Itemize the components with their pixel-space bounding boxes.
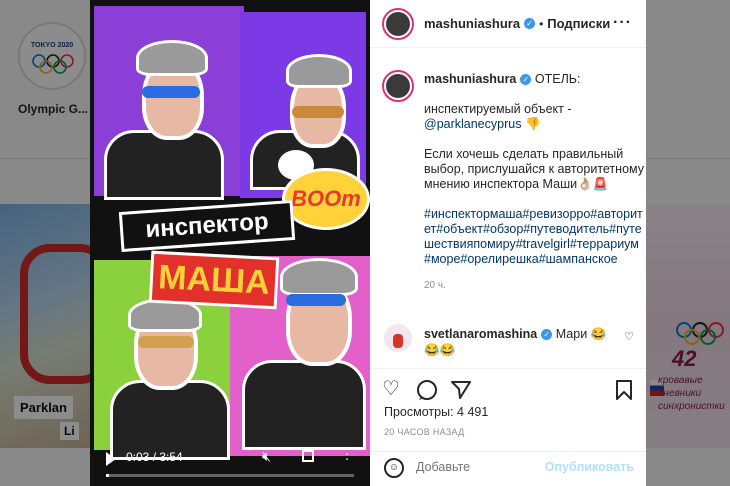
- following-button[interactable]: Подписки: [547, 16, 610, 31]
- post-header: mashuniashura ✓ • Подписки ···: [370, 0, 646, 48]
- caption-line: инспектируемый объект -: [424, 102, 572, 116]
- avatar[interactable]: [382, 70, 414, 102]
- share-icon[interactable]: [450, 379, 472, 407]
- sunglasses: [292, 106, 344, 118]
- fullscreen-icon[interactable]: [302, 450, 314, 462]
- avatar[interactable]: [382, 7, 414, 40]
- sunglasses: [138, 336, 194, 348]
- video-controls: 0:03 / 3:54 🔇︎ · · ·: [90, 441, 370, 486]
- verified-icon: ✓: [524, 18, 536, 29]
- boom-sticker: BOOm: [282, 168, 370, 230]
- verified-icon: ✓: [520, 74, 532, 85]
- like-icon[interactable]: ♡: [382, 377, 400, 401]
- person-figure: [104, 130, 224, 200]
- comment-icon[interactable]: [416, 379, 438, 407]
- more-vertical-icon[interactable]: · · ·: [344, 441, 350, 465]
- person-cap: [136, 40, 208, 76]
- emoji-icon[interactable]: ☺: [384, 458, 404, 478]
- video-time: 0:03 / 3:54: [126, 450, 183, 464]
- caption-paragraph: Если хочешь сделать правильный выбор, пр…: [424, 147, 645, 191]
- views-count[interactable]: Просмотры: 4 491: [384, 405, 488, 419]
- publish-button[interactable]: Опубликовать: [545, 460, 634, 474]
- mention-link[interactable]: @parklanecyprus: [424, 117, 521, 131]
- play-icon[interactable]: [106, 452, 116, 466]
- views-label: Просмотры:: [384, 405, 454, 419]
- mute-icon[interactable]: 🔇︎: [262, 448, 271, 465]
- more-options-icon[interactable]: ···: [613, 14, 632, 32]
- person-figure: [242, 360, 366, 450]
- action-icons: ♡: [382, 377, 634, 401]
- sunglasses: [142, 86, 200, 98]
- verified-icon: ✓: [541, 329, 553, 340]
- comment-username[interactable]: svetlanaromashina: [424, 327, 537, 341]
- comment-composer: ☺ Опубликовать: [370, 451, 646, 485]
- sunglasses: [286, 294, 346, 306]
- comment-row: svetlanaromashina ✓ Мари 😂😂😂 ♡: [382, 322, 638, 358]
- post-video[interactable]: BOOm инспектор МАША 0:03 / 3:54 🔇︎ · · ·: [90, 0, 370, 486]
- caption-age: 20 ч.: [424, 280, 446, 291]
- comment-like-icon[interactable]: ♡: [624, 330, 634, 343]
- person-cap: [286, 54, 352, 88]
- video-progress-fill: [106, 474, 110, 477]
- separator-dot: •: [539, 16, 544, 31]
- caption-line: ОТЕЛЬ:: [534, 72, 581, 86]
- comment-input[interactable]: [416, 460, 546, 474]
- post-actions: ♡ Просмотры: 4 491 20 ЧАСОВ НАЗАД ☺ Опуб…: [370, 368, 646, 484]
- comment-text-block: svetlanaromashina ✓ Мари 😂😂😂: [424, 326, 620, 358]
- mention-emoji: 👎: [524, 117, 541, 131]
- avatar[interactable]: [384, 324, 412, 352]
- views-number: 4 491: [457, 405, 489, 419]
- save-icon[interactable]: [614, 379, 634, 407]
- hashtags[interactable]: #инспектормаша#ревизорро#авторитет#объек…: [424, 207, 644, 267]
- post-timestamp[interactable]: 20 ЧАСОВ НАЗАД: [384, 427, 465, 437]
- video-progress-bar[interactable]: [106, 474, 354, 477]
- caption-body: mashuniashura ✓ ОТЕЛЬ: инспектируемый объ…: [424, 72, 644, 293]
- inspector-banner: инспектор: [118, 199, 296, 253]
- post-details-panel: mashuniashura ✓ • Подписки ··· mashunias…: [370, 0, 646, 486]
- caption-username[interactable]: mashuniashura: [424, 72, 516, 86]
- person-cap: [280, 258, 358, 296]
- post-username[interactable]: mashuniashura: [424, 16, 520, 31]
- masha-banner: МАША: [148, 250, 280, 310]
